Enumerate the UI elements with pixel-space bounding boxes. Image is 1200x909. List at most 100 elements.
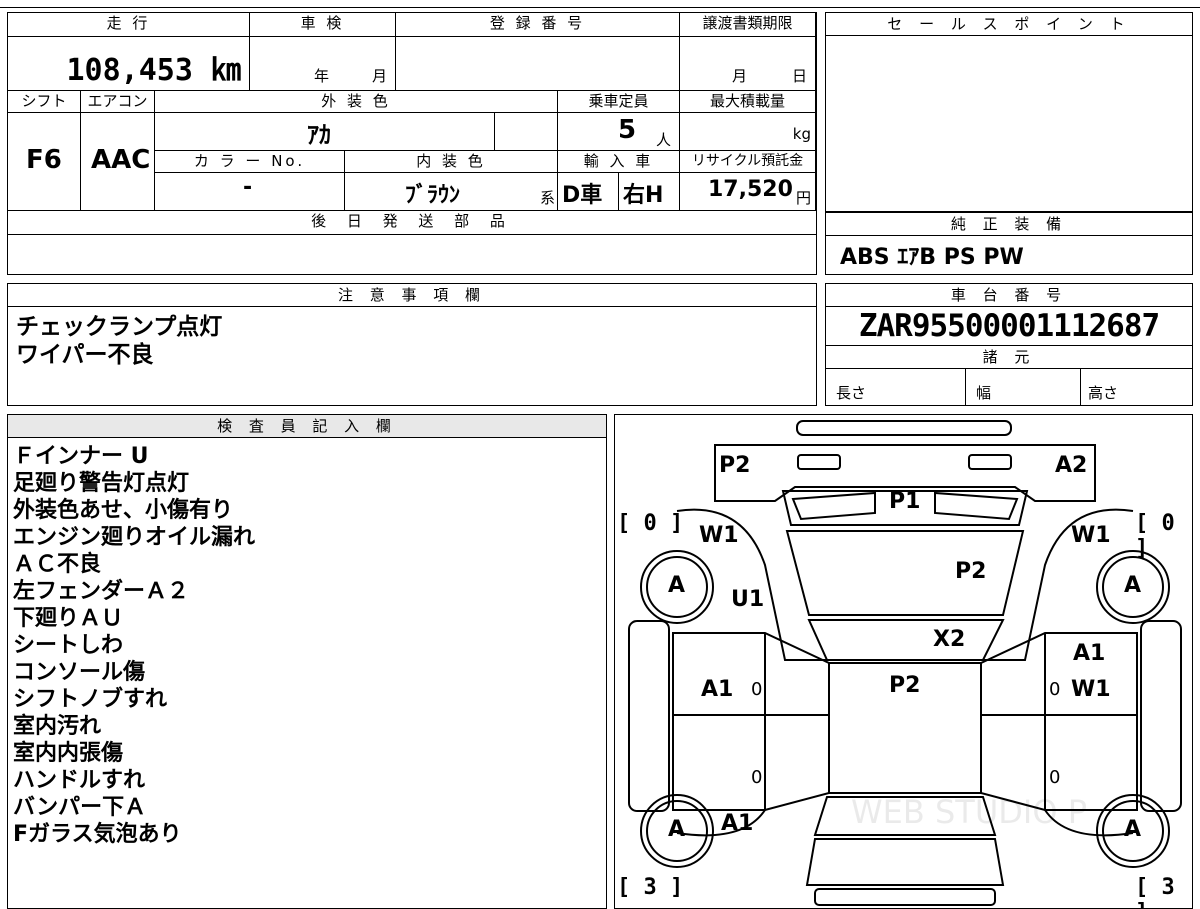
exterior-extra-cell (495, 113, 558, 151)
label-w1-right: W1 (1071, 523, 1111, 548)
exterior-cell: ｱｶ (155, 113, 495, 151)
capacity-value: 5 (618, 115, 637, 145)
label-x2: X2 (933, 627, 966, 652)
top-clipped-strip (0, 0, 1200, 8)
recycle-header: リサイクル預託金 (680, 151, 816, 173)
inspector-line: Ｆインナー U (13, 444, 149, 469)
label-a2-front-right: A2 (1055, 453, 1088, 478)
ac-cell: AAC (81, 113, 155, 211)
inspection-year: 年 (314, 67, 330, 85)
import-cell-1: D車 (558, 173, 619, 211)
import-header: 輸 入 車 (558, 151, 680, 173)
inspector-line: シフトノブすれ (13, 687, 168, 712)
inspector-line: 下廻りＡＵ (13, 606, 124, 631)
chassis-box: 車 台 番 号 ZAR95500001112687 諸 元 長さ 幅 高さ (825, 283, 1193, 406)
door-mark-front-right: 0 (1049, 679, 1061, 700)
spec-height: 高さ (1088, 384, 1119, 402)
maxload-cell: kg (680, 113, 816, 151)
label-p2-front-left: P2 (719, 453, 751, 478)
inspector-line: 外装色あせ、小傷有り (13, 498, 234, 523)
chassis-header: 車 台 番 号 (826, 284, 1192, 307)
exterior-header: 外 装 色 (155, 91, 558, 113)
car-diagram-box: P2 A2 P1 W1 W1 P2 U1 X2 A1 A1 W1 P2 A1 A… (614, 414, 1193, 909)
label-a1-rear-left: A1 (721, 811, 754, 836)
maxload-header: 最大積載量 (680, 91, 816, 113)
transfer-day: 日 (792, 67, 808, 85)
recycle-cell: 17,520 円 (680, 173, 816, 211)
label-p1-hood: P1 (889, 489, 921, 514)
interior-cell: ﾌﾞﾗｳﾝ 系 (345, 173, 558, 211)
colorno-value: - (243, 175, 253, 200)
inspector-line: コンソール傷 (13, 660, 146, 685)
notes-line-1: チェックランプ点灯 (16, 314, 223, 340)
sales-point-box: セ ー ル ス ポ イ ン ト (825, 12, 1193, 212)
spec-width: 幅 (976, 384, 992, 402)
inspection-header: 車 検 (250, 13, 396, 37)
transfer-header: 譲渡書類期限 (680, 13, 816, 37)
tread-rear-left: [ 3 ] (617, 875, 684, 900)
genuine-equipment-value: ABS ｴｱB PS PW (840, 245, 1024, 270)
recycle-unit: 円 (795, 189, 811, 207)
tire-front-right-grade: A (1124, 573, 1142, 598)
inspector-line: ＡＣ不良 (13, 552, 102, 577)
inspector-line: 足廻り警告灯点灯 (13, 471, 190, 496)
watermark: WEB STUDIO P (851, 793, 1087, 831)
inspector-header: 検 査 員 記 入 欄 (8, 415, 606, 438)
tread-front-right: [ 0 ] (1135, 511, 1175, 561)
label-u1: U1 (731, 587, 765, 612)
import-cell-2: 右H (619, 173, 680, 211)
recycle-value: 17,520 (708, 177, 793, 202)
tire-rear-right-grade: A (1124, 817, 1142, 842)
tire-front-left-grade: A (668, 573, 686, 598)
door-mark-rear-left: 0 (751, 767, 763, 788)
inspector-line: Fガラス気泡あり (13, 822, 182, 847)
vehicle-info-table: 走 行 車 検 登 録 番 号 譲渡書類期限 108,453 ㎞ 年 月 月 日… (7, 12, 817, 275)
genuine-equipment-header: 純 正 装 備 (826, 213, 1192, 236)
maxload-unit: kg (792, 125, 811, 143)
transfer-cell: 月 日 (680, 37, 816, 91)
capacity-header: 乗車定員 (558, 91, 680, 113)
registration-cell (396, 37, 680, 91)
colorno-cell: - (155, 173, 345, 211)
inspector-line: シートしわ (13, 633, 124, 658)
inspector-line: ハンドルすれ (13, 768, 146, 793)
ac-header: エアコン (81, 91, 155, 113)
inspector-list: Ｆインナー U 足廻り警告灯点灯 外装色あせ、小傷有り エンジン廻りオイル漏れ … (13, 443, 255, 848)
spec-divider-2 (1080, 368, 1081, 405)
later-parts-cell (8, 235, 816, 273)
inspection-month: 月 (372, 67, 388, 85)
inspector-line: バンパー下Ａ (13, 795, 147, 820)
inspector-line: 左フェンダーＡ２ (13, 579, 190, 604)
import-value-1: D車 (562, 183, 603, 208)
ac-value: AAC (91, 145, 151, 175)
capacity-unit: 人 (656, 131, 672, 149)
label-a1-right-door: A1 (1073, 641, 1106, 666)
mileage-header: 走 行 (8, 13, 250, 37)
inspector-box: 検 査 員 記 入 欄 Ｆインナー U 足廻り警告灯点灯 外装色あせ、小傷有り … (7, 414, 607, 909)
inspector-line: 室内内張傷 (13, 741, 124, 766)
specs-header: 諸 元 (826, 345, 1192, 369)
notes-line-2: ワイパー不良 (16, 342, 154, 368)
shift-header: シフト (8, 91, 81, 113)
interior-header: 内 装 色 (345, 151, 558, 173)
transfer-month: 月 (732, 67, 748, 85)
sales-point-header: セ ー ル ス ポ イ ン ト (826, 13, 1192, 36)
inspection-cell: 年 月 (250, 37, 396, 91)
chassis-value: ZAR95500001112687 (858, 308, 1160, 344)
notes-header: 注 意 事 項 欄 (8, 284, 816, 307)
door-mark-rear-right: 0 (1049, 767, 1061, 788)
label-p2-windshield: P2 (955, 559, 987, 584)
import-value-2: 右H (623, 183, 664, 208)
registration-header: 登 録 番 号 (396, 13, 680, 37)
tread-front-left: [ 0 ] (617, 511, 684, 536)
spec-divider-1 (965, 368, 966, 405)
label-w1-right-door: W1 (1071, 677, 1111, 702)
shift-value: F6 (26, 145, 62, 175)
notes-box: 注 意 事 項 欄 チェックランプ点灯 ワイパー不良 (7, 283, 817, 406)
later-parts-header: 後 日 発 送 部 品 (8, 211, 816, 235)
inspector-line: 室内汚れ (13, 714, 102, 739)
inspector-line: エンジン廻りオイル漏れ (13, 525, 256, 550)
interior-suffix: 系 (539, 189, 555, 207)
label-p2-roof: P2 (889, 673, 921, 698)
exterior-value: ｱｶ (307, 121, 331, 149)
